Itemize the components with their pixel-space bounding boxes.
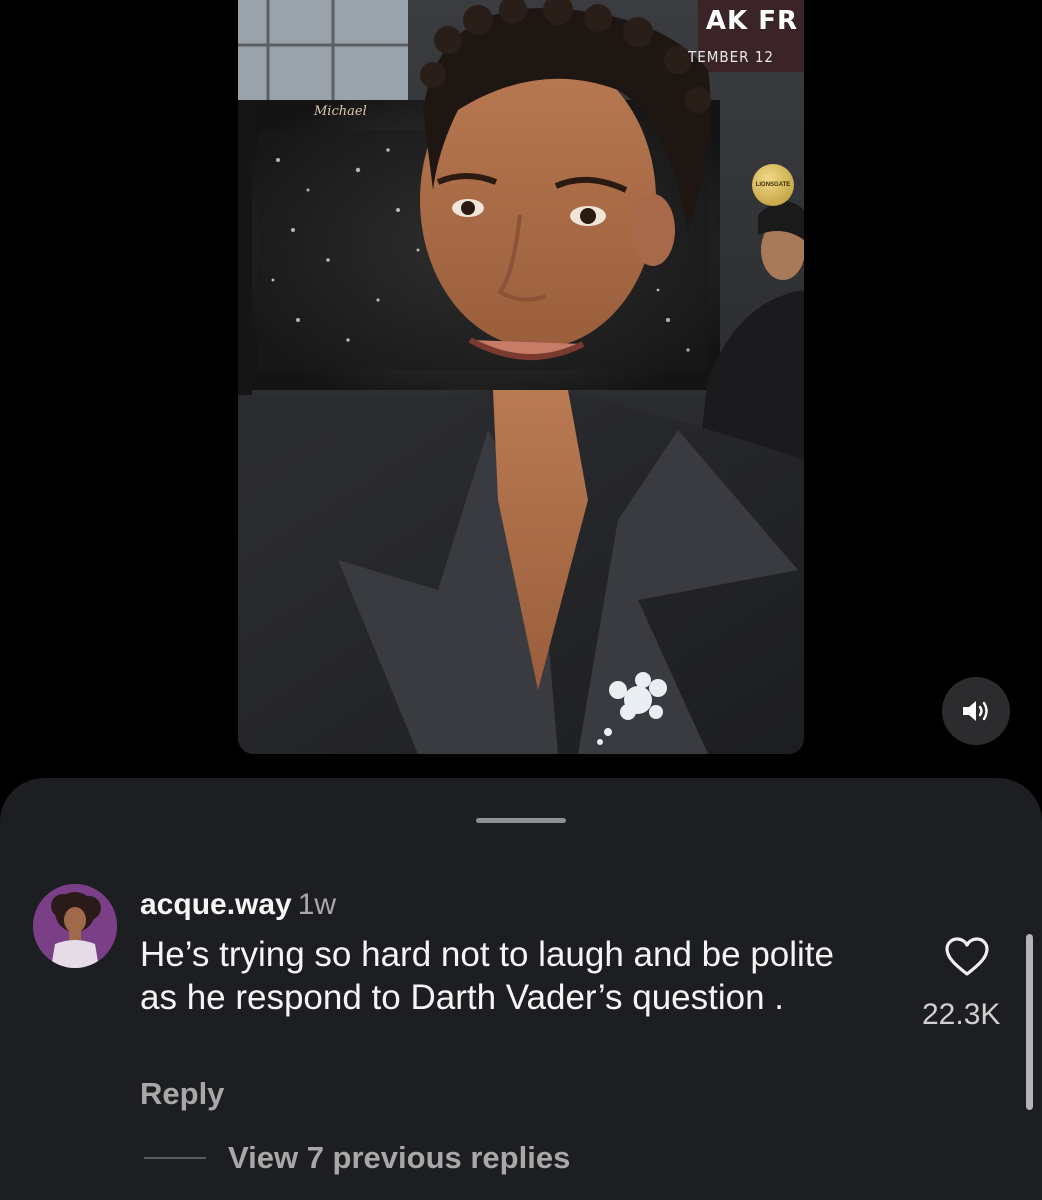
comment-username[interactable]: acque.way bbox=[140, 888, 292, 921]
sound-toggle-button[interactable] bbox=[942, 677, 1010, 745]
banner-subtext: TEMBER 12 bbox=[687, 48, 774, 66]
backdrop-sign: Michael bbox=[314, 104, 367, 119]
scrollbar[interactable] bbox=[1026, 934, 1033, 1110]
avatar[interactable] bbox=[33, 884, 117, 968]
comment-timestamp: 1w bbox=[297, 888, 337, 921]
view-replies-button[interactable]: View 7 previous replies bbox=[144, 1140, 570, 1176]
like-count: 22.3K bbox=[922, 998, 1001, 1031]
replies-divider bbox=[144, 1157, 206, 1159]
speaker-sound-icon bbox=[963, 701, 988, 721]
heart-outline-icon[interactable] bbox=[944, 936, 990, 978]
app-screen: AK FR TEMBER 12 Michael LIONSGATE acque.… bbox=[0, 0, 1042, 1200]
reply-button[interactable]: Reply bbox=[140, 1076, 224, 1112]
sheet-drag-handle[interactable] bbox=[476, 818, 566, 823]
view-replies-label: View 7 previous replies bbox=[228, 1140, 571, 1175]
studio-badge: LIONSGATE bbox=[752, 164, 794, 206]
comments-sheet: acque.way 1w He’s trying so hard not to l… bbox=[0, 778, 1042, 1200]
comment-header: acque.way 1w bbox=[140, 888, 336, 922]
comment-text: He’s trying so hard not to laugh and be … bbox=[140, 935, 834, 1017]
banner-text: AK FR bbox=[705, 6, 798, 36]
video-player[interactable]: AK FR TEMBER 12 Michael LIONSGATE bbox=[238, 0, 804, 754]
